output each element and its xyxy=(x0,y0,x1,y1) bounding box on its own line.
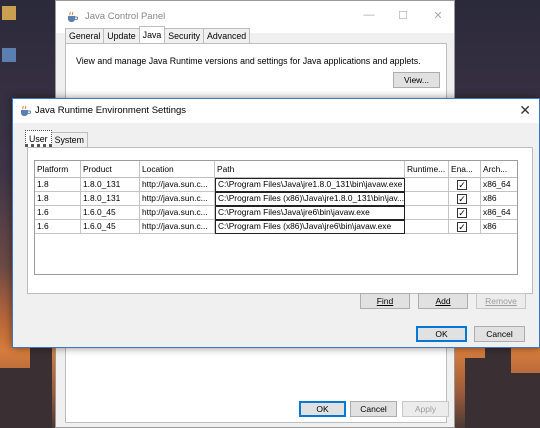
column-header-path[interactable]: Path xyxy=(215,161,405,178)
checkbox-checked-icon[interactable]: ✓ xyxy=(457,222,467,232)
path-cell[interactable]: C:\Program Files (x86)\Java\jre1.8.0_131… xyxy=(215,192,405,206)
cancel-button[interactable]: Cancel xyxy=(350,401,397,417)
table-row[interactable]: 1.8 1.8.0_131 http://java.sun.c... C:\Pr… xyxy=(35,192,517,206)
ok-button[interactable]: OK xyxy=(299,401,346,417)
column-header-platform[interactable]: Platform xyxy=(35,161,81,178)
platform-cell: 1.6 xyxy=(35,220,81,234)
enabled-cell: ✓ xyxy=(449,192,481,206)
tab-update[interactable]: Update xyxy=(103,28,140,43)
remove-button[interactable]: Remove xyxy=(476,293,526,309)
minimize-icon[interactable]: — xyxy=(361,9,377,21)
java-cup-icon xyxy=(21,105,31,116)
architecture-cell: x86_64 xyxy=(481,206,517,220)
column-header-architecture[interactable]: Arch... xyxy=(481,161,517,178)
architecture-cell: x86_64 xyxy=(481,178,517,192)
product-cell: 1.8.0_131 xyxy=(81,178,140,192)
architecture-cell: x86 xyxy=(481,192,517,206)
column-header-product[interactable]: Product xyxy=(81,161,140,178)
close-icon[interactable]: ✕ xyxy=(430,9,446,22)
cancel-button[interactable]: Cancel xyxy=(474,326,525,342)
runtime-parameters-cell[interactable] xyxy=(405,206,449,220)
platform-cell: 1.8 xyxy=(35,178,81,192)
dialog-title: Java Runtime Environment Settings xyxy=(35,105,187,116)
enabled-cell: ✓ xyxy=(449,220,481,234)
ok-button[interactable]: OK xyxy=(416,326,467,342)
checkbox-checked-icon[interactable]: ✓ xyxy=(457,180,467,190)
enabled-cell: ✓ xyxy=(449,178,481,192)
enabled-cell: ✓ xyxy=(449,206,481,220)
runtime-parameters-cell[interactable] xyxy=(405,220,449,234)
close-icon[interactable]: ✕ xyxy=(519,102,531,119)
table-row[interactable]: 1.6 1.6.0_45 http://java.sun.c... C:\Pro… xyxy=(35,206,517,220)
product-cell: 1.6.0_45 xyxy=(81,206,140,220)
location-cell: http://java.sun.c... xyxy=(140,206,215,220)
table-header-row: Platform Product Location Path Runtime..… xyxy=(35,161,517,178)
user-tab-panel: Platform Product Location Path Runtime..… xyxy=(27,147,533,294)
product-cell: 1.6.0_45 xyxy=(81,220,140,234)
jre-table: Platform Product Location Path Runtime..… xyxy=(34,160,518,275)
tab-general[interactable]: General xyxy=(65,28,105,43)
desktop-icon[interactable] xyxy=(2,6,16,20)
checkbox-checked-icon[interactable]: ✓ xyxy=(457,194,467,204)
java-cup-icon xyxy=(68,11,78,22)
column-header-location[interactable]: Location xyxy=(140,161,215,178)
path-cell[interactable]: C:\Program Files\Java\jre1.8.0_131\bin\j… xyxy=(215,178,405,192)
location-cell: http://java.sun.c... xyxy=(140,192,215,206)
tab-strip: General Update Java Security Advanced xyxy=(65,26,251,43)
architecture-cell: x86 xyxy=(481,220,517,234)
jre-settings-dialog: Java Runtime Environment Settings ✕ User… xyxy=(12,98,540,348)
checkbox-checked-icon[interactable]: ✓ xyxy=(457,208,467,218)
find-button[interactable]: Find xyxy=(360,293,410,309)
dialog-tab-strip: User System xyxy=(25,130,88,147)
table-row[interactable]: 1.8 1.8.0_131 http://java.sun.c... C:\Pr… xyxy=(35,178,517,192)
tab-system[interactable]: System xyxy=(50,132,88,147)
tab-advanced[interactable]: Advanced xyxy=(203,28,251,43)
path-cell[interactable]: C:\Program Files (x86)\Java\jre6\bin\jav… xyxy=(215,220,405,234)
dialog-title-bar: Java Runtime Environment Settings ✕ xyxy=(13,99,539,123)
platform-cell: 1.6 xyxy=(35,206,81,220)
tab-java[interactable]: Java xyxy=(138,26,166,43)
tab-security[interactable]: Security xyxy=(164,28,205,43)
tab-user[interactable]: User xyxy=(25,130,52,147)
apply-button[interactable]: Apply xyxy=(402,401,449,417)
column-header-runtime[interactable]: Runtime... xyxy=(405,161,449,178)
location-cell: http://java.sun.c... xyxy=(140,220,215,234)
desktop-icon[interactable] xyxy=(2,48,16,62)
runtime-parameters-cell[interactable] xyxy=(405,178,449,192)
runtime-parameters-cell[interactable] xyxy=(405,192,449,206)
platform-cell: 1.8 xyxy=(35,192,81,206)
product-cell: 1.8.0_131 xyxy=(81,192,140,206)
view-button[interactable]: View... xyxy=(393,72,440,88)
window-title: Java Control Panel xyxy=(85,11,166,22)
column-header-enabled[interactable]: Ena... xyxy=(449,161,481,178)
table-row[interactable]: 1.6 1.6.0_45 http://java.sun.c... C:\Pro… xyxy=(35,220,517,234)
java-description: View and manage Java Runtime versions an… xyxy=(76,56,421,66)
add-button[interactable]: Add xyxy=(418,293,468,309)
location-cell: http://java.sun.c... xyxy=(140,178,215,192)
path-cell[interactable]: C:\Program Files\Java\jre6\bin\javaw.exe xyxy=(215,206,405,220)
maximize-icon[interactable]: ☐ xyxy=(395,9,411,22)
